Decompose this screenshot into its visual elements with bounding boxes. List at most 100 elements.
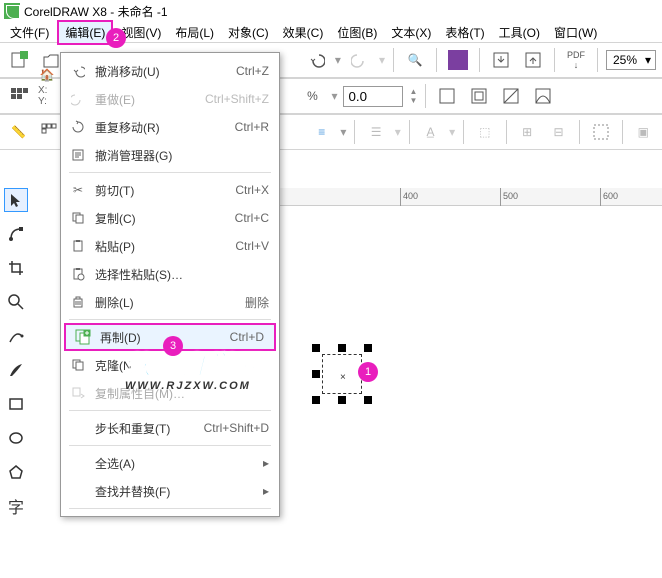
menu-copy[interactable]: 复制(C) Ctrl+C <box>61 204 279 232</box>
menu-undo-manager[interactable]: 撤消管理器(G) <box>61 141 279 169</box>
freehand-tool[interactable] <box>4 324 28 348</box>
numeric-input[interactable] <box>343 86 403 107</box>
handle-top-right[interactable] <box>364 344 372 352</box>
dash-rect-icon[interactable] <box>588 119 613 145</box>
menu-separator <box>69 445 271 446</box>
menu-step-repeat[interactable]: 步长和重复(T) Ctrl+Shift+D <box>61 414 279 442</box>
submenu-arrow-icon: ▸ <box>263 456 269 470</box>
search-button[interactable]: 🔍 <box>402 47 428 73</box>
menu-paste-special[interactable]: 选择性粘贴(S)… <box>61 260 279 288</box>
zoom-select[interactable]: 25%▾ <box>606 50 656 70</box>
artistic-media-tool[interactable] <box>4 358 28 382</box>
menu-cut[interactable]: ✂ 剪切(T) Ctrl+X <box>61 176 279 204</box>
menu-shortcut: Ctrl+D <box>230 330 264 344</box>
watermark-main: 软件自学网 <box>125 345 260 382</box>
outline-btn-2[interactable] <box>466 83 492 109</box>
app-icon <box>4 3 20 19</box>
grid-button[interactable] <box>6 83 32 109</box>
menu-window[interactable]: 窗口(W) <box>548 22 603 43</box>
handle-top-left[interactable] <box>312 344 320 352</box>
menu-edit[interactable]: 编辑(E) <box>57 20 113 45</box>
copy-icon <box>69 209 87 227</box>
handle-mid-left[interactable] <box>312 370 320 378</box>
repeat-icon <box>69 118 87 136</box>
submenu-arrow-icon: ▸ <box>263 484 269 498</box>
handle-top-mid[interactable] <box>338 344 346 352</box>
ellipse-tool[interactable] <box>4 426 28 450</box>
menu-tool[interactable]: 工具(O) <box>493 22 546 43</box>
menu-bitmap[interactable]: 位图(B) <box>331 22 383 43</box>
delete-icon <box>69 293 87 311</box>
menu-shortcut: Ctrl+X <box>235 183 269 197</box>
handle-bot-mid[interactable] <box>338 396 346 404</box>
menu-label: 步长和重复(T) <box>95 420 196 437</box>
menu-find-replace[interactable]: 查找并替换(F) ▸ <box>61 477 279 505</box>
menu-shortcut: Ctrl+C <box>235 211 269 225</box>
menu-label: 复制(C) <box>95 210 227 227</box>
crop-tool[interactable] <box>4 256 28 280</box>
menu-undo[interactable]: 撤消移动(U) Ctrl+Z <box>61 57 279 85</box>
menu-delete[interactable]: 删除(L) 删除 <box>61 288 279 316</box>
menu-separator <box>69 319 271 320</box>
watermark-sub: WWW.RJZXW.COM <box>125 380 260 392</box>
list-icon[interactable]: ☰ <box>363 119 388 145</box>
menu-shortcut: Ctrl+V <box>235 239 269 253</box>
container-icon[interactable]: ▣ <box>631 119 656 145</box>
launch-button[interactable] <box>445 47 471 73</box>
menu-shortcut: Ctrl+R <box>235 120 269 134</box>
rectangle-tool[interactable] <box>4 392 28 416</box>
menu-table[interactable]: 表格(T) <box>439 22 490 43</box>
outline-btn-3[interactable] <box>498 83 524 109</box>
edit-dropdown: 撤消移动(U) Ctrl+Z 重做(E) Ctrl+Shift+Z 重复移动(R… <box>60 52 280 517</box>
ruler-tick: 600 <box>600 188 618 206</box>
paste-special-icon <box>69 265 87 283</box>
menu-effect[interactable]: 效果(C) <box>277 22 330 43</box>
menu-separator <box>69 172 271 173</box>
ruler-icon[interactable]: 📏 <box>6 119 31 145</box>
align-left-icon[interactable]: ≡ <box>309 119 334 145</box>
handle-bot-right[interactable] <box>364 396 372 404</box>
export-button[interactable] <box>520 47 546 73</box>
menu-object[interactable]: 对象(C) <box>222 22 275 43</box>
combine-icon[interactable]: ⬚ <box>472 119 497 145</box>
grid2-icon[interactable] <box>37 119 62 145</box>
text-tool[interactable]: 字 <box>4 494 28 518</box>
menu-shortcut: Ctrl+Shift+Z <box>205 92 269 106</box>
menu-shortcut: Ctrl+Z <box>236 64 269 78</box>
menu-layout[interactable]: 布局(L) <box>169 22 220 43</box>
toolbox: 字 <box>0 184 32 518</box>
new-doc-button[interactable] <box>6 47 32 73</box>
polygon-tool[interactable] <box>4 460 28 484</box>
menu-paste[interactable]: 粘贴(P) Ctrl+V <box>61 232 279 260</box>
watermark: 软件自学网 WWW.RJZXW.COM <box>125 345 260 392</box>
blank-icon <box>69 482 87 500</box>
menu-label: 全选(A) <box>95 455 255 472</box>
paste-icon <box>69 237 87 255</box>
group-icon-2[interactable]: ⊟ <box>546 119 571 145</box>
home-icon[interactable]: 🏠 <box>36 64 58 86</box>
annotation-badge-2: 2 <box>106 28 126 48</box>
menu-select-all[interactable]: 全选(A) ▸ <box>61 449 279 477</box>
outline-btn-4[interactable] <box>530 83 556 109</box>
menu-text[interactable]: 文本(X) <box>385 22 437 43</box>
shape-tool[interactable] <box>4 222 28 246</box>
annotation-badge-3: 3 <box>163 336 183 356</box>
outline-btn-1[interactable] <box>434 83 460 109</box>
menu-file[interactable]: 文件(F) <box>4 22 55 43</box>
menu-shortcut: 删除 <box>245 294 269 311</box>
copy-props-icon <box>69 384 87 402</box>
import-button[interactable] <box>488 47 514 73</box>
menu-separator <box>69 410 271 411</box>
group-icon-1[interactable]: ⊞ <box>514 119 539 145</box>
pick-tool[interactable] <box>4 188 28 212</box>
handle-bot-left[interactable] <box>312 396 320 404</box>
redo-button[interactable] <box>347 47 373 73</box>
undo-button[interactable] <box>303 47 329 73</box>
menu-repeat[interactable]: 重复移动(R) Ctrl+R <box>61 113 279 141</box>
undo-icon <box>69 62 87 80</box>
text-style-icon[interactable]: A̲ <box>418 119 443 145</box>
manager-icon <box>69 146 87 164</box>
pdf-button[interactable]: PDF↓ <box>563 47 589 73</box>
zoom-tool[interactable] <box>4 290 28 314</box>
menu-label: 删除(L) <box>95 294 237 311</box>
